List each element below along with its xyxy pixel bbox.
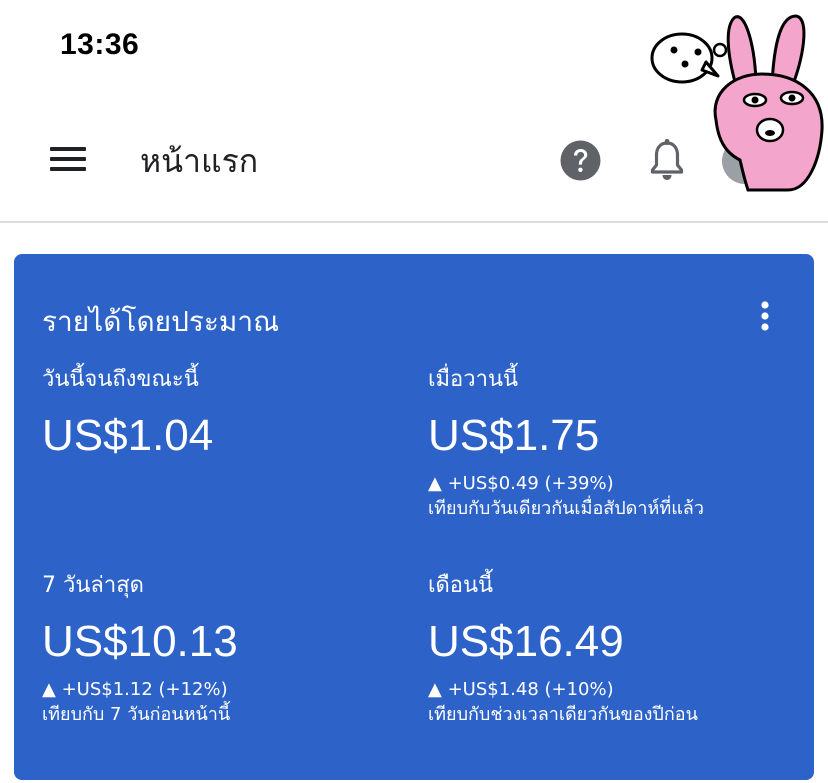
menu-icon[interactable] — [48, 145, 88, 173]
metric-value: US$1.75 — [428, 411, 600, 460]
status-time: 13:36 — [60, 28, 140, 61]
metric-change: ▲ +US$1.12 (+12%) — [42, 679, 228, 700]
metric-compare: เทียบกับช่วงเวลาเดียวกันของปีก่อน — [428, 704, 698, 725]
metric-change: ▲ +US$1.48 (+10%) — [428, 679, 614, 700]
metric-compare: เทียบกับ 7 วันก่อนหน้านี้ — [42, 704, 231, 725]
metric-label: วันนี้จนถึงขณะนี้ — [42, 367, 199, 392]
app-bar: หน้าแรก — [0, 100, 828, 223]
metric-label: เดือนนี้ — [428, 573, 494, 598]
metric-last-7-days: 7 วันล่าสุด US$10.13 ▲ +US$1.12 (+12%) เ… — [42, 572, 412, 728]
status-bar: 13:36 — [0, 0, 828, 100]
metric-change: ▲ +US$0.49 (+39%) — [428, 473, 614, 494]
estimated-earnings-card[interactable]: รายได้โดยประมาณ วันนี้จนถึงขณะนี้ US$1.0… — [14, 254, 814, 780]
metric-yesterday: เมื่อวานนี้ US$1.75 ▲ +US$0.49 (+39%) เท… — [428, 366, 798, 522]
metric-compare: เทียบกับวันเดียวกันเมื่อสัปดาห์ที่แล้ว — [428, 498, 704, 519]
metric-value: US$1.04 — [42, 411, 214, 460]
help-icon[interactable] — [560, 140, 601, 181]
metric-value: US$16.49 — [428, 617, 624, 666]
metric-today: วันนี้จนถึงขณะนี้ US$1.04 — [42, 366, 412, 462]
card-title: รายได้โดยประมาณ — [42, 305, 280, 338]
page-title: หน้าแรก — [140, 142, 259, 180]
metric-this-month: เดือนนี้ US$16.49 ▲ +US$1.48 (+10%) เทีย… — [428, 572, 798, 728]
avatar[interactable] — [722, 138, 768, 184]
metric-label: เมื่อวานนี้ — [428, 367, 519, 392]
metric-value: US$10.13 — [42, 617, 238, 666]
metric-label: 7 วันล่าสุด — [42, 573, 144, 598]
more-options-icon[interactable] — [750, 300, 780, 334]
bell-icon[interactable] — [648, 138, 686, 182]
screen: 13:36 หน้าแรก รายได้โดยประมาณ วันนี้จนถึ… — [0, 0, 828, 783]
